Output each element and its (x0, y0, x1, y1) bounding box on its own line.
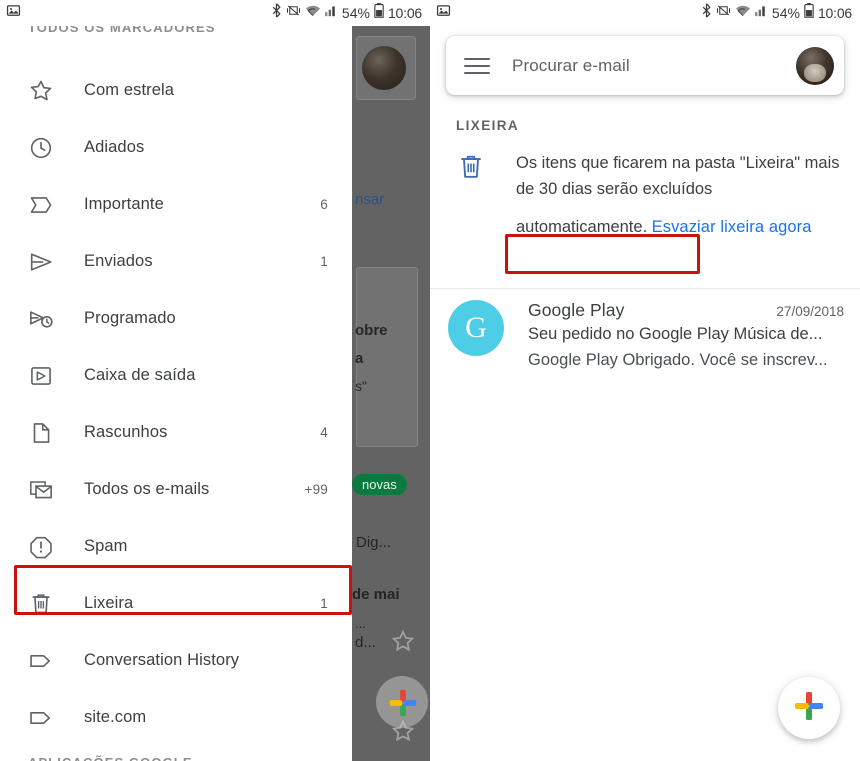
sidebar-item-label: site.com (84, 708, 147, 726)
account-avatar[interactable] (796, 46, 834, 85)
status-bar-right: 54% 10:06 (430, 0, 860, 26)
empty-trash-link[interactable]: Esvaziar lixeira agora (652, 218, 812, 237)
sidebar-item-label: Rascunhos (84, 423, 168, 441)
dual-screenshot-container: 54% 10:06 nsar obre a s" novas Dig... de… (0, 0, 860, 761)
hamburger-menu-icon[interactable] (464, 57, 490, 74)
image-notification-icon (436, 3, 451, 23)
label-tag-icon (26, 648, 56, 674)
sidebar-item-label: Conversation History (84, 651, 240, 669)
mail-date: 27/09/2018 (776, 304, 844, 319)
sidebar-item-count: 1 (320, 254, 328, 269)
sidebar-item-snoozed[interactable]: Adiados (0, 119, 352, 176)
sidebar-item-drafts[interactable]: Rascunhos 4 (0, 404, 352, 461)
trash-retention-notice: Os itens que ficarem na pasta "Lixeira" … (456, 150, 842, 240)
sidebar-item-label: Caixa de saída (84, 366, 196, 384)
sidebar-item-label: Com estrela (84, 81, 175, 99)
sidebar-item-spam[interactable]: Spam (0, 518, 352, 575)
star-icon (26, 78, 56, 104)
sidebar-item-count: +99 (304, 482, 328, 497)
sidebar-item-conversation-history[interactable]: Conversation History (0, 632, 352, 689)
sidebar-item-label: Todos os e-mails (84, 480, 210, 498)
trash-icon (26, 591, 56, 617)
compose-fab[interactable] (778, 677, 840, 739)
scheduled-send-icon (26, 306, 56, 332)
sidebar-item-label: Spam (84, 537, 128, 555)
label-tag-icon (26, 705, 56, 731)
sidebar-item-count: 1 (320, 596, 328, 611)
sidebar-item-count: 6 (320, 197, 328, 212)
clock-label: 10:06 (387, 5, 422, 21)
avatar[interactable]: G (448, 300, 504, 356)
status-bar-left: 54% 10:06 (0, 0, 430, 26)
sidebar-item-sent[interactable]: Enviados 1 (0, 233, 352, 290)
sidebar-item-label: Adiados (84, 138, 145, 156)
folder-title: LIXEIRA (456, 118, 520, 133)
battery-icon (374, 3, 384, 23)
send-icon (26, 249, 56, 275)
vibrate-mute-icon (716, 3, 731, 23)
cellular-signal-icon (324, 4, 338, 22)
clock-label: 10:06 (817, 5, 852, 21)
sidebar-item-label: Enviados (84, 252, 153, 270)
drawer-nav-list: Com estrela Adiados Importante 6 Enviado… (0, 62, 352, 746)
mail-subject: Seu pedido no Google Play Música de... (528, 325, 823, 343)
clock-icon (26, 135, 56, 161)
sidebar-item-site-com[interactable]: site.com (0, 689, 352, 746)
search-bar[interactable]: Procurar e-mail (446, 36, 844, 95)
sidebar-item-outbox[interactable]: Caixa de saída (0, 347, 352, 404)
battery-icon (804, 3, 814, 23)
cellular-signal-icon (754, 4, 768, 22)
sidebar-item-trash[interactable]: Lixeira 1 (0, 575, 352, 632)
sidebar-item-label: Importante (84, 195, 164, 213)
trash-icon (456, 150, 490, 187)
list-divider (430, 288, 860, 289)
drawer-section-header-google-apps: APLICAÇÕES GOOGLE (28, 755, 193, 761)
list-item[interactable]: G Google Play 27/09/2018 Seu pedido no G… (448, 300, 844, 373)
image-notification-icon (6, 3, 21, 23)
left-phone-screen: 54% 10:06 nsar obre a s" novas Dig... de… (0, 0, 430, 761)
vibrate-mute-icon (286, 3, 301, 23)
sidebar-item-label: Programado (84, 309, 176, 327)
sidebar-item-count: 4 (320, 425, 328, 440)
all-mail-icon (26, 477, 56, 503)
sidebar-item-important[interactable]: Importante 6 (0, 176, 352, 233)
bluetooth-icon (271, 3, 282, 23)
google-plus-compose-icon (791, 688, 827, 729)
navigation-drawer: TODOS OS MARCADORES Com estrela Adiados (0, 26, 352, 761)
sidebar-item-label: Lixeira (84, 594, 134, 612)
important-label-icon (26, 192, 56, 218)
battery-percent-label: 54% (771, 5, 800, 21)
bluetooth-icon (701, 3, 712, 23)
right-phone-screen: 54% 10:06 Procurar e-mail LIXEIRA Os ite… (430, 0, 860, 761)
mail-sender: Google Play (528, 300, 625, 320)
sidebar-item-starred[interactable]: Com estrela (0, 62, 352, 119)
highlight-box-empty-trash (505, 234, 700, 274)
outbox-icon (26, 363, 56, 389)
draft-document-icon (26, 420, 56, 446)
drawer-section-header-labels: TODOS OS MARCADORES (28, 26, 216, 35)
search-input[interactable]: Procurar e-mail (512, 56, 630, 76)
wifi-icon (735, 4, 751, 23)
mail-snippet: Google Play Obrigado. Você se inscrev... (528, 351, 828, 369)
sidebar-item-scheduled[interactable]: Programado (0, 290, 352, 347)
sidebar-item-all-mail[interactable]: Todos os e-mails +99 (0, 461, 352, 518)
spam-report-icon (26, 534, 56, 560)
battery-percent-label: 54% (341, 5, 370, 21)
wifi-icon (305, 4, 321, 23)
